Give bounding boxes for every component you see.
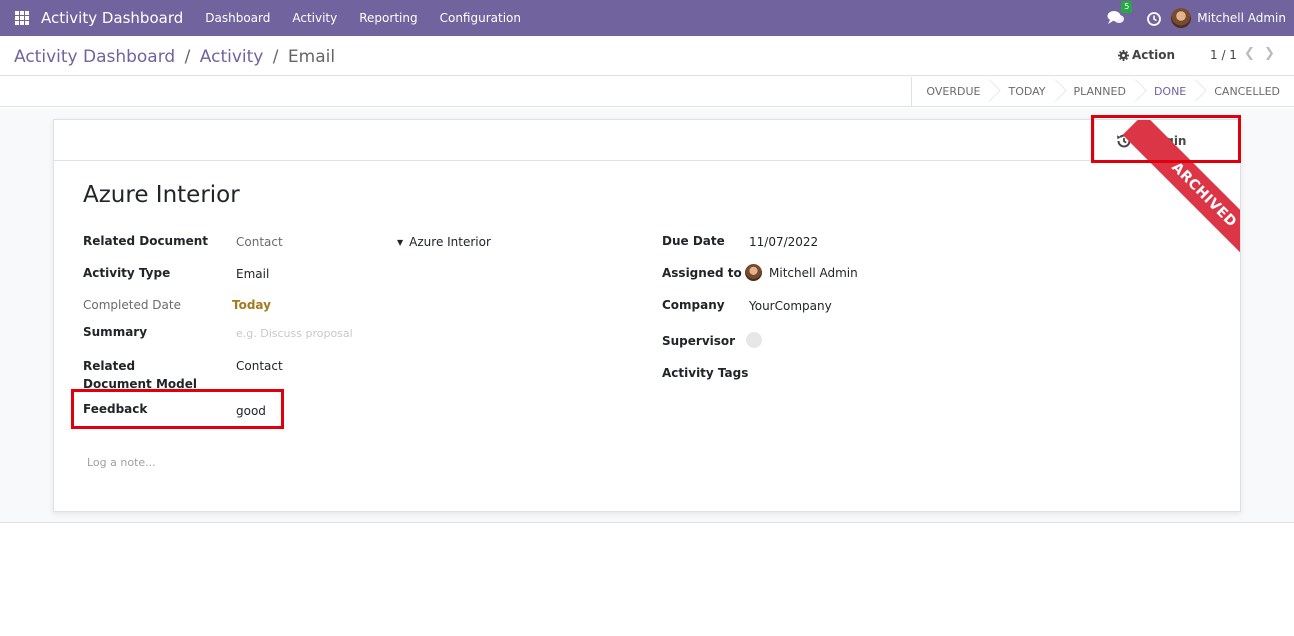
top-navbar: Activity Dashboard Dashboard Activity Re… <box>0 0 1294 36</box>
related-document-model-select[interactable]: Contact <box>236 235 283 249</box>
form-sheet: Origin ARCHIVED Azure Interior Related D… <box>53 119 1241 512</box>
related-document-model-label: Related Document Model <box>83 359 197 391</box>
menu-dashboard[interactable]: Dashboard <box>205 11 270 25</box>
stage-selector: OVERDUE TODAY PLANNED DONE CANCELLED <box>911 77 1294 107</box>
status-bar: OVERDUE TODAY PLANNED DONE CANCELLED <box>0 77 1294 107</box>
stage-today[interactable]: TODAY <box>994 77 1059 107</box>
assigned-to-value: Mitchell Admin <box>769 265 858 280</box>
breadcrumb-item-activity[interactable]: Activity <box>200 47 264 67</box>
company-label: Company <box>662 298 725 312</box>
assigned-to-field[interactable]: Mitchell Admin <box>745 264 858 281</box>
related-document-model-value: Contact <box>236 359 283 373</box>
stage-planned[interactable]: PLANNED <box>1060 77 1140 107</box>
gear-icon <box>1118 49 1129 61</box>
action-button[interactable]: Action <box>1118 48 1175 62</box>
stage-cancelled[interactable]: CANCELLED <box>1200 77 1294 107</box>
stage-overdue[interactable]: OVERDUE <box>912 77 994 107</box>
caret-down-icon: ▼ <box>397 238 404 247</box>
messages-icon[interactable]: 5 <box>1107 1 1133 26</box>
apps-grid-icon[interactable] <box>15 11 29 25</box>
user-name[interactable]: Mitchell Admin <box>1197 11 1286 25</box>
activity-tags-label: Activity Tags <box>662 366 749 380</box>
assignee-avatar <box>745 264 762 281</box>
pager-previous-icon[interactable]: ❮ <box>1244 46 1255 61</box>
origin-highlight-box <box>1091 115 1241 163</box>
company-value[interactable]: YourCompany <box>749 299 832 313</box>
activity-type-label: Activity Type <box>83 266 171 280</box>
breadcrumb-separator: / <box>272 47 279 67</box>
related-document-record-select[interactable]: ▼ Azure Interior <box>397 235 491 249</box>
breadcrumb-item-dashboard[interactable]: Activity Dashboard <box>14 47 175 67</box>
assigned-to-label: Assigned to <box>662 266 742 280</box>
user-avatar[interactable] <box>1171 8 1192 28</box>
due-date-value[interactable]: 11/07/2022 <box>749 235 818 249</box>
record-title: Azure Interior <box>83 182 240 208</box>
pager-next-icon[interactable]: ❯ <box>1264 46 1275 61</box>
menu-reporting[interactable]: Reporting <box>359 11 417 25</box>
activity-clock-icon[interactable] <box>1147 11 1162 26</box>
due-date-label: Due Date <box>662 234 725 248</box>
summary-label: Summary <box>83 325 148 339</box>
related-document-record-value: Azure Interior <box>409 235 491 249</box>
related-document-label: Related Document <box>83 234 209 248</box>
menu-activity[interactable]: Activity <box>292 11 337 25</box>
summary-input[interactable]: e.g. Discuss proposal <box>236 327 353 340</box>
action-button-label: Action <box>1132 48 1176 62</box>
log-note-input[interactable]: Log a note... <box>87 456 156 469</box>
app-brand[interactable]: Activity Dashboard <box>41 9 183 27</box>
supervisor-label: Supervisor <box>662 334 736 348</box>
feedback-highlight-box <box>71 389 284 429</box>
messages-count-badge: 5 <box>1121 1 1133 13</box>
completed-date-value: Today <box>232 298 271 312</box>
breadcrumb-item-current: Email <box>287 47 336 67</box>
completed-date-label: Completed Date <box>83 298 181 312</box>
stage-done[interactable]: DONE <box>1140 77 1200 107</box>
breadcrumb-separator: / <box>184 47 191 67</box>
breadcrumb: Activity Dashboard / Activity / Email <box>14 47 335 67</box>
pager-value[interactable]: 1 / 1 <box>1210 48 1237 62</box>
control-panel: Activity Dashboard / Activity / Email Ac… <box>0 36 1294 76</box>
menu-configuration[interactable]: Configuration <box>440 11 521 25</box>
button-box: Origin <box>54 120 1240 161</box>
activity-type-field[interactable]: Email <box>236 267 269 281</box>
supervisor-avatar[interactable] <box>746 332 762 348</box>
